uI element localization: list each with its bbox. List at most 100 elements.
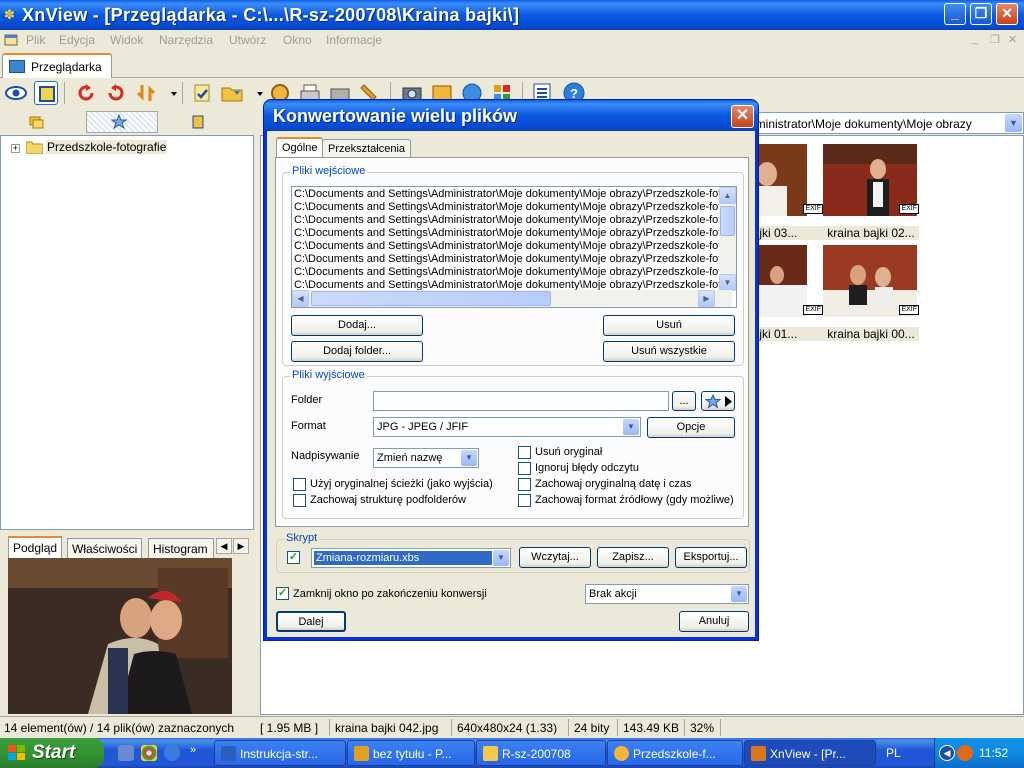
scroll-up-icon[interactable]: ▲ [719, 187, 736, 204]
list-item[interactable]: C:\Documents and Settings\Administrator\… [294, 253, 727, 266]
browse-button[interactable]: ... [672, 391, 696, 411]
mdi-restore-button[interactable]: ❐ [990, 33, 1000, 46]
keep-subfolders-checkbox[interactable] [293, 494, 306, 507]
scroll-thumb[interactable] [311, 291, 551, 306]
horizontal-scrollbar[interactable]: ◀ ▶ [292, 290, 732, 307]
tray-app-icon[interactable] [957, 745, 973, 761]
scroll-thumb[interactable] [720, 206, 735, 236]
menu-informacje[interactable]: Informacje [326, 33, 382, 47]
dialog-close-button[interactable]: ✕ [731, 105, 754, 128]
list-item[interactable]: C:\Documents and Settings\Administrator\… [294, 227, 727, 240]
favorites-tab[interactable] [86, 111, 158, 133]
favorite-folder-button[interactable] [701, 391, 735, 411]
menu-okno[interactable]: Okno [283, 33, 312, 47]
tree-item-przedszkole[interactable]: Przedszkole-fotografie [46, 140, 168, 154]
keep-format-checkbox[interactable] [518, 494, 531, 507]
scroll-down-icon[interactable]: ▼ [719, 274, 736, 291]
open-dropdown-icon[interactable] [248, 81, 263, 105]
scroll-left-icon[interactable]: ◀ [292, 290, 309, 307]
folders-tab[interactable] [4, 111, 76, 133]
overwrite-select[interactable]: Zmień nazwę ▼ [373, 448, 479, 468]
task-xnview[interactable]: XnView - [Pr... [744, 740, 876, 766]
menu-plik[interactable]: Plik [26, 33, 45, 47]
remove-all-button[interactable]: Usuń wszystkie [603, 341, 735, 362]
add-folder-button[interactable]: Dodaj folder... [291, 341, 423, 362]
export-script-button[interactable]: Eksportuj... [675, 547, 747, 568]
vertical-scrollbar[interactable]: ▲ ▼ [719, 187, 736, 291]
maximize-button[interactable]: ❐ [970, 3, 992, 25]
folder-tree[interactable]: + Przedszkole-fotografie [0, 135, 254, 530]
load-script-button[interactable]: Wczytaj... [519, 547, 591, 568]
show-desktop-icon[interactable] [118, 745, 134, 761]
tab-histogram[interactable]: Histogram [148, 538, 214, 558]
mdi-minimize-button[interactable]: _ [972, 33, 978, 45]
mdi-close-button[interactable]: ✕ [1008, 33, 1017, 46]
close-button[interactable]: ✕ [996, 3, 1018, 25]
open-folder-icon[interactable] [220, 81, 244, 105]
list-item[interactable]: C:\Documents and Settings\Administrator\… [294, 188, 727, 201]
save-script-button[interactable]: Zapisz... [597, 547, 669, 568]
address-bar[interactable]: dministrator\Moje dokumenty\Moje obrazy … [746, 112, 1024, 134]
rotate-right-icon[interactable] [104, 81, 128, 105]
format-select[interactable]: JPG - JPEG / JFIF ▼ [373, 417, 641, 437]
add-button[interactable]: Dodaj... [291, 315, 423, 336]
list-item[interactable]: C:\Documents and Settings\Administrator\… [294, 214, 727, 227]
select-icon[interactable] [190, 81, 214, 105]
start-button[interactable]: Start [0, 738, 104, 768]
task-folder[interactable]: R-sz-200708 [476, 740, 606, 766]
script-enabled-checkbox[interactable]: ✓ [287, 551, 300, 564]
use-original-path-checkbox[interactable] [293, 478, 306, 491]
clock[interactable]: 11:52 [979, 746, 1008, 760]
output-folder-input[interactable] [373, 391, 669, 411]
dialog-titlebar[interactable]: Konwertowanie wielu plików ✕ [264, 100, 758, 131]
tab-przeksztalcenia[interactable]: Przekształcenia [322, 139, 412, 159]
input-files-list[interactable]: C:\Documents and Settings\Administrator\… [291, 186, 737, 308]
list-item[interactable]: C:\Documents and Settings\Administrator\… [294, 201, 727, 214]
tab-przegladarka[interactable]: Przeglądarka [2, 53, 112, 78]
chevron-down-icon[interactable]: ▼ [493, 550, 509, 566]
internet-explorer-icon[interactable] [164, 745, 180, 761]
tab-scroll-right-icon[interactable]: ▶ [233, 538, 249, 554]
task-przedszkole[interactable]: Przedszkole-f... [607, 740, 743, 766]
tray-arrow-icon[interactable]: ◀ [939, 745, 955, 761]
tab-wlasciwosci[interactable]: Właściwości [67, 538, 143, 558]
tab-podglad[interactable]: Podgląd [8, 536, 63, 558]
main-titlebar[interactable]: ✽ XnView - [Przeglądarka - C:\...\R-sz-2… [0, 0, 1024, 30]
after-action-select[interactable]: Brak akcji ▼ [585, 584, 749, 604]
fullscreen-icon[interactable] [34, 81, 58, 105]
close-after-checkbox[interactable]: ✓ [276, 587, 289, 600]
quicklaunch-more-icon[interactable]: » [190, 744, 196, 756]
view-eye-icon[interactable] [4, 81, 28, 105]
chevron-down-icon[interactable]: ▼ [623, 419, 639, 435]
menu-utworz[interactable]: Utwórz [229, 33, 266, 47]
language-indicator[interactable]: PL [886, 746, 901, 760]
menu-widok[interactable]: Widok [110, 33, 143, 47]
options-button[interactable]: Opcje [647, 417, 735, 438]
menu-narzedzia[interactable]: Narzędzia [159, 33, 213, 47]
chrome-icon[interactable] [141, 745, 157, 761]
task-instrukcja[interactable]: Instrukcja-str... [214, 740, 346, 766]
list-item[interactable]: C:\Documents and Settings\Administrator\… [294, 240, 727, 253]
scroll-right-icon[interactable]: ▶ [698, 290, 715, 307]
script-select[interactable]: Zmiana-rozmiaru.xbs ▼ [311, 548, 511, 568]
xnview-app-icon[interactable]: ✽ [4, 7, 20, 23]
tree-expand-icon[interactable]: + [11, 144, 20, 153]
tab-scroll-left-icon[interactable]: ◀ [216, 538, 232, 554]
minimize-button[interactable]: _ [944, 3, 966, 25]
remove-button[interactable]: Usuń [603, 315, 735, 336]
chevron-down-icon[interactable]: ▼ [731, 586, 747, 602]
transform-dropdown-icon[interactable] [162, 81, 177, 105]
document-icon[interactable] [4, 33, 18, 47]
next-button[interactable]: Dalej [276, 611, 346, 632]
transform-icon[interactable] [134, 81, 158, 105]
cancel-button[interactable]: Anuluj [679, 611, 749, 632]
delete-original-checkbox[interactable] [518, 446, 531, 459]
chevron-down-icon[interactable]: ▼ [461, 450, 477, 466]
address-dropdown-icon[interactable]: ▼ [1005, 114, 1022, 132]
catalogs-tab[interactable] [166, 111, 238, 133]
ignore-errors-checkbox[interactable] [518, 462, 531, 475]
list-item[interactable]: C:\Documents and Settings\Administrator\… [294, 266, 727, 279]
keep-date-checkbox[interactable] [518, 478, 531, 491]
menu-edycja[interactable]: Edycja [59, 33, 95, 47]
task-paint[interactable]: bez tytułu - P... [347, 740, 475, 766]
